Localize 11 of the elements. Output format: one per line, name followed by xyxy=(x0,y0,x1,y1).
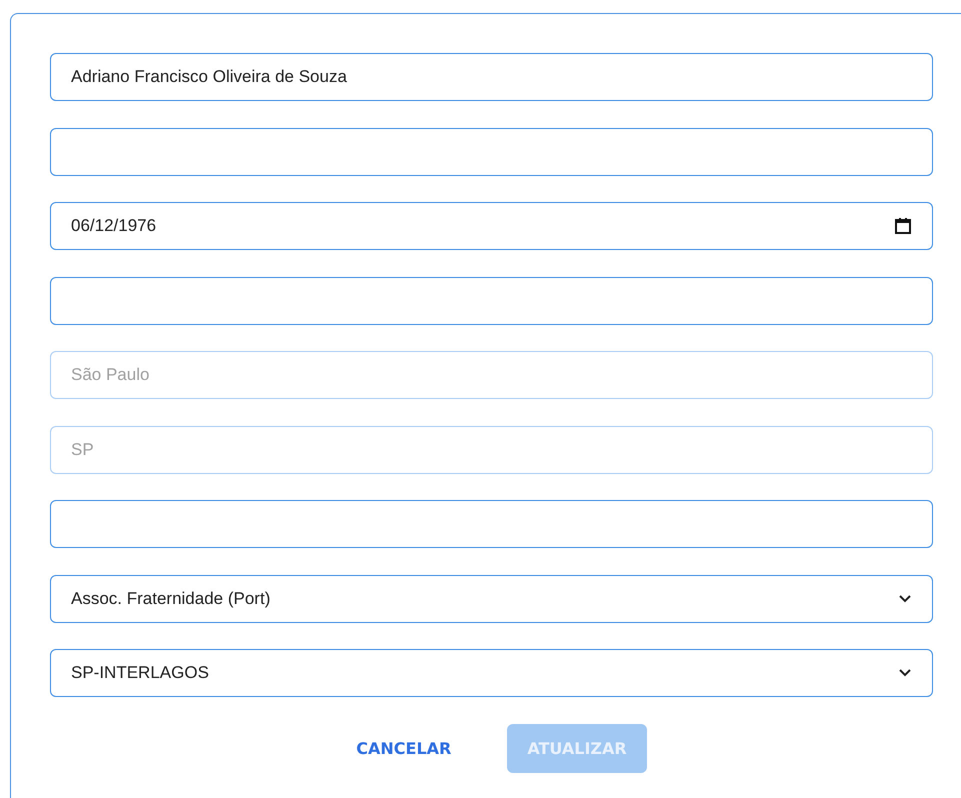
input-field[interactable]: Adriano Francisco Oliveira de Souza xyxy=(50,53,933,101)
input-field[interactable] xyxy=(50,500,933,548)
calendar-icon[interactable] xyxy=(894,217,912,235)
dropdown[interactable]: Assoc. Fraternidade (Port) xyxy=(50,574,933,622)
input-field[interactable] xyxy=(50,128,933,176)
chevron-down-icon xyxy=(898,594,912,604)
dropdown[interactable]: SP-INTERLAGOS xyxy=(50,649,933,697)
cancel-button[interactable]: CANCELAR xyxy=(336,724,472,772)
chevron-down-icon xyxy=(898,668,912,678)
date-field[interactable]: 06/12/1976 xyxy=(50,202,933,250)
input-field[interactable] xyxy=(50,276,933,324)
